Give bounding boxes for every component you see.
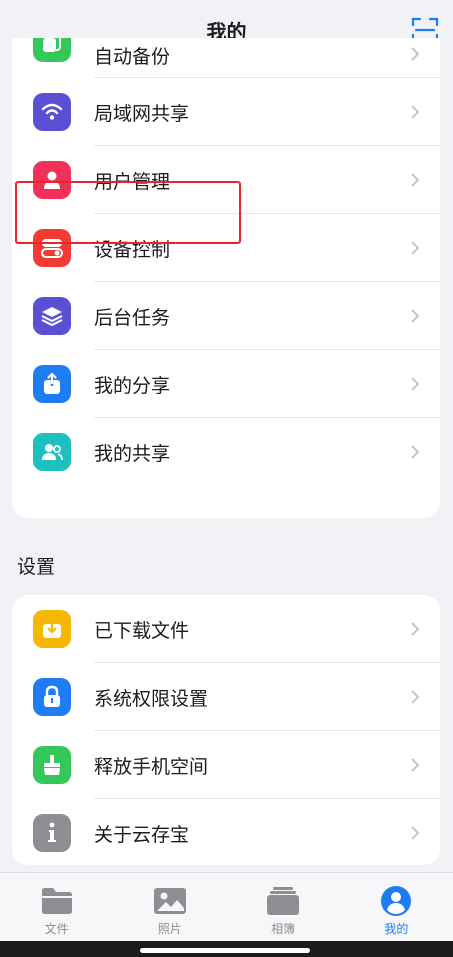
section-title-settings: 设置	[17, 556, 56, 578]
lock-icon	[33, 678, 71, 716]
menu-item-label: 后台任务	[94, 306, 171, 329]
share-icon	[33, 365, 71, 403]
menu-item-auto-backup[interactable]: 自动备份	[12, 38, 440, 78]
download-icon	[33, 610, 71, 648]
menu-item-my-shared[interactable]: 我的共享	[12, 418, 440, 486]
info-icon	[33, 814, 71, 852]
home-indicator[interactable]	[140, 948, 310, 953]
tab-label: 我的	[384, 922, 409, 936]
settings-item-label: 关于云存宝	[94, 823, 190, 846]
tab-label: 相簿	[271, 922, 296, 936]
chevron-right-icon	[411, 173, 420, 187]
menu-item-background-tasks[interactable]: 后台任务	[12, 282, 440, 350]
chevron-right-icon	[411, 105, 420, 119]
settings-item-permissions[interactable]: 系统权限设置	[12, 663, 440, 731]
chevron-right-icon	[411, 622, 420, 636]
broom-icon	[33, 746, 71, 784]
tab-files[interactable]: 文件	[0, 873, 113, 941]
tab-photos[interactable]: 照片	[113, 873, 226, 941]
tab-bar: 文件 照片 相簿 我的	[0, 872, 453, 941]
menu-item-my-shares[interactable]: 我的分享	[12, 350, 440, 418]
chevron-right-icon	[411, 826, 420, 840]
settings-item-label: 已下载文件	[94, 619, 190, 642]
folder-icon	[41, 888, 72, 914]
highlight-box	[15, 181, 241, 244]
tab-profile[interactable]: 我的	[340, 873, 453, 941]
users-icon	[33, 433, 71, 471]
chevron-right-icon	[411, 47, 420, 61]
menu-item-lan-share[interactable]: 局域网共享	[12, 78, 440, 146]
tab-label: 文件	[44, 922, 69, 936]
menu-item-label: 局域网共享	[94, 102, 190, 125]
settings-item-downloads[interactable]: 已下载文件	[12, 595, 440, 663]
menu-item-label: 自动备份	[94, 46, 171, 68]
settings-item-about[interactable]: 关于云存宝	[12, 799, 440, 865]
settings-item-label: 系统权限设置	[94, 687, 209, 710]
chevron-right-icon	[411, 241, 420, 255]
settings-card: 已下载文件 系统权限设置 释放手机空间 关于云存宝	[12, 595, 440, 865]
settings-item-label: 释放手机空间	[94, 755, 209, 778]
main-menu-card: 自动备份 局域网共享 用户管理 设备控制 后台任务 我的分享 我的共享	[12, 38, 440, 518]
tab-label: 照片	[157, 922, 182, 936]
settings-item-free-space[interactable]: 释放手机空间	[12, 731, 440, 799]
chevron-right-icon	[411, 690, 420, 704]
tab-albums[interactable]: 相簿	[227, 873, 340, 941]
chevron-right-icon	[411, 758, 420, 772]
wifi-icon	[33, 93, 71, 131]
layers-icon	[33, 297, 71, 335]
profile-icon	[381, 886, 412, 916]
menu-item-label: 我的分享	[94, 374, 171, 397]
photo-icon	[153, 888, 186, 914]
chevron-right-icon	[411, 445, 420, 459]
album-icon	[267, 887, 300, 915]
menu-item-label: 我的共享	[94, 442, 171, 465]
chevron-right-icon	[411, 377, 420, 391]
backup-icon	[33, 38, 71, 62]
chevron-right-icon	[411, 309, 420, 323]
